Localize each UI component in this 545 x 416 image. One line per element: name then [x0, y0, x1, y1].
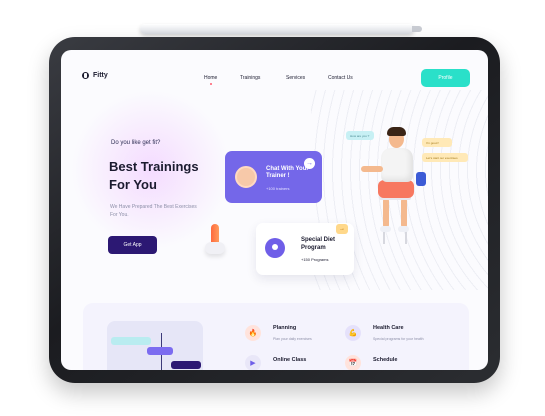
- feature-title-schedule[interactable]: Schedule: [373, 357, 397, 363]
- scene: Fitty Home Trainings Services Contact Us…: [0, 0, 545, 416]
- trainer-hair: [387, 127, 406, 136]
- arrow-right-icon[interactable]: →: [304, 158, 315, 169]
- brand-name: Fitty: [93, 72, 108, 79]
- nav-trainings[interactable]: Trainings: [240, 75, 260, 81]
- bicep-icon: 💪: [345, 325, 361, 341]
- trainer-shoe: [380, 226, 391, 232]
- trainer-arm: [361, 166, 383, 172]
- feature-subtitle-health-care: Special programs for your health: [373, 337, 424, 341]
- fire-icon: 🔥: [245, 325, 261, 341]
- trainer-shirt: [381, 148, 413, 182]
- chat-bubble: How are you ?: [346, 131, 374, 140]
- stopwatch-icon: [265, 238, 285, 258]
- nav-contact-us[interactable]: Contact Us: [328, 75, 353, 81]
- hero-description: We Have Prepared The Best Exercises For …: [110, 204, 197, 218]
- profile-button[interactable]: Profile: [421, 69, 470, 87]
- trainer-leg: [401, 198, 407, 228]
- play-icon: ▶: [245, 355, 261, 370]
- trainer-avatar: [235, 166, 257, 188]
- nav-services[interactable]: Services: [286, 75, 305, 81]
- rocket-icon: [211, 224, 219, 244]
- water-bottle-icon: [416, 172, 426, 186]
- trainer-leg: [383, 198, 389, 228]
- schedule-bar: [111, 337, 151, 345]
- diet-card-title: Special Diet Program: [301, 237, 336, 251]
- trainer-illustration: [361, 127, 431, 260]
- trainer-shorts: [378, 180, 414, 198]
- chat-card-subtitle: +100 trainers: [266, 186, 290, 191]
- calendar-icon: 📅: [345, 355, 361, 370]
- fitty-logo-icon: [82, 72, 89, 79]
- schedule-preview-panel: [107, 321, 203, 370]
- get-app-button[interactable]: Get App: [108, 236, 157, 254]
- hero-eyebrow: Do you like get fit?: [111, 140, 161, 146]
- arrow-right-icon[interactable]: →: [336, 224, 348, 234]
- schedule-bar: [171, 361, 201, 369]
- schedule-bar: [147, 347, 173, 355]
- feature-title-health-care[interactable]: Health Care: [373, 325, 404, 331]
- chat-trainer-card[interactable]: Chat With Your Trainer ! +100 trainers →: [225, 151, 322, 203]
- app-screen: Fitty Home Trainings Services Contact Us…: [61, 50, 488, 370]
- feature-subtitle-planning: Plan your daily exercises: [273, 337, 312, 341]
- nav-home[interactable]: Home: [204, 75, 217, 85]
- feature-title-planning[interactable]: Planning: [273, 325, 296, 331]
- diet-card-subtitle: +150 Programs: [301, 257, 329, 262]
- brand-logo[interactable]: Fitty: [82, 72, 108, 79]
- trainer-shoe: [398, 226, 409, 232]
- cloud-icon: [205, 242, 225, 254]
- stylus-pencil: [140, 24, 422, 34]
- features-section: 🔥 Planning Plan your daily exercises 💪 H…: [83, 303, 469, 370]
- feature-title-online-class[interactable]: Online Class: [273, 357, 306, 363]
- hero-headline: Best Trainings For You: [109, 159, 199, 192]
- diet-program-card[interactable]: Special Diet Program +150 Programs →: [256, 223, 354, 275]
